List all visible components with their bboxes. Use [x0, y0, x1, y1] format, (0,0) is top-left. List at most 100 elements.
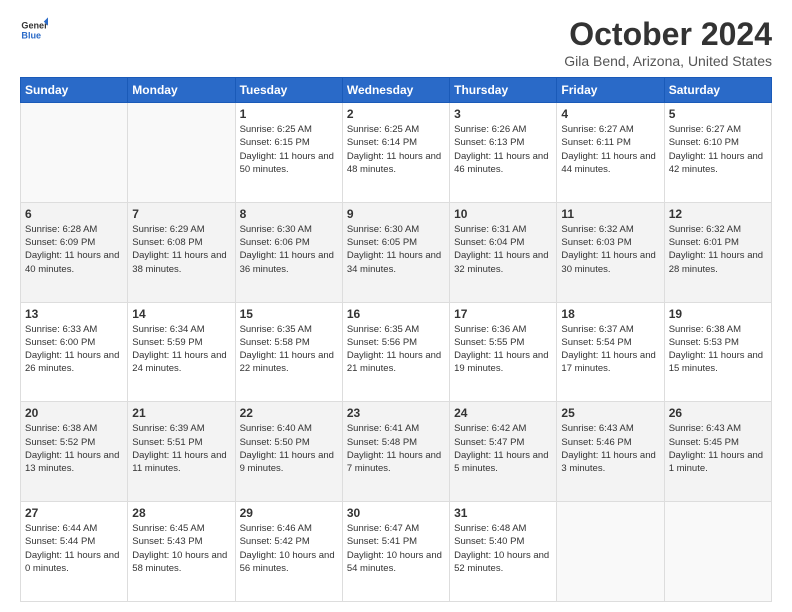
day-detail: Sunrise: 6:35 AM Sunset: 5:58 PM Dayligh… — [240, 323, 338, 376]
day-number: 27 — [25, 506, 123, 520]
calendar-header: SundayMondayTuesdayWednesdayThursdayFrid… — [21, 78, 772, 103]
weekday-header-friday: Friday — [557, 78, 664, 103]
calendar-day-9: 9Sunrise: 6:30 AM Sunset: 6:05 PM Daylig… — [342, 202, 449, 302]
day-number: 4 — [561, 107, 659, 121]
day-number: 22 — [240, 406, 338, 420]
calendar-day-4: 4 Sunrise: 6:27 AM Sunset: 6:11 PM Daylig… — [557, 103, 664, 203]
day-number: 20 — [25, 406, 123, 420]
calendar-day-17: 17 Sunrise: 6:36 AM Sunset: 5:55 PM Dayli… — [450, 302, 557, 402]
day-number: 23 — [347, 406, 445, 420]
calendar-body: 1 Sunrise: 6:25 AM Sunset: 6:15 PM Daylig… — [21, 103, 772, 602]
calendar-day-10: 10Sunrise: 6:31 AM Sunset: 6:04 PM Dayli… — [450, 202, 557, 302]
calendar-day-14: 14 Sunrise: 6:34 AM Sunset: 5:59 PM Dayli… — [128, 302, 235, 402]
day-number: 6 — [25, 207, 123, 221]
day-number: 8 — [240, 207, 338, 221]
header: General Blue October 2024 Gila Bend, Ari… — [20, 16, 772, 69]
calendar-day-2: 2Sunrise: 6:25 AM Sunset: 6:14 PM Daylig… — [342, 103, 449, 203]
day-number: 12 — [669, 207, 767, 221]
calendar-day-13: 13 Sunrise: 6:33 AM Sunset: 6:00 PM Dayli… — [21, 302, 128, 402]
weekday-header-tuesday: Tuesday — [235, 78, 342, 103]
page-title: October 2024 — [564, 16, 772, 53]
weekday-header-thursday: Thursday — [450, 78, 557, 103]
calendar-day-empty — [21, 103, 128, 203]
svg-text:General: General — [21, 21, 48, 31]
day-number: 24 — [454, 406, 552, 420]
calendar-day-11: 11Sunrise: 6:32 AM Sunset: 6:03 PM Dayli… — [557, 202, 664, 302]
day-detail: Sunrise: 6:33 AM Sunset: 6:00 PM Dayligh… — [25, 323, 123, 376]
weekday-header-saturday: Saturday — [664, 78, 771, 103]
day-detail: Sunrise: 6:43 AM Sunset: 5:45 PM Dayligh… — [669, 422, 767, 475]
calendar-day-empty — [128, 103, 235, 203]
day-detail: Sunrise: 6:32 AM Sunset: 6:01 PM Dayligh… — [669, 223, 767, 276]
calendar-day-19: 19Sunrise: 6:38 AM Sunset: 5:53 PM Dayli… — [664, 302, 771, 402]
day-number: 19 — [669, 307, 767, 321]
calendar-day-25: 25 Sunrise: 6:43 AM Sunset: 5:46 PM Dayli… — [557, 402, 664, 502]
day-detail: Sunrise: 6:36 AM Sunset: 5:55 PM Dayligh… — [454, 323, 552, 376]
calendar-day-8: 8 Sunrise: 6:30 AM Sunset: 6:06 PM Daylig… — [235, 202, 342, 302]
calendar-day-7: 7 Sunrise: 6:29 AM Sunset: 6:08 PM Daylig… — [128, 202, 235, 302]
day-number: 5 — [669, 107, 767, 121]
day-number: 28 — [132, 506, 230, 520]
day-detail: Sunrise: 6:46 AM Sunset: 5:42 PM Dayligh… — [240, 522, 338, 575]
day-detail: Sunrise: 6:34 AM Sunset: 5:59 PM Dayligh… — [132, 323, 230, 376]
page: General Blue October 2024 Gila Bend, Ari… — [0, 0, 792, 612]
day-detail: Sunrise: 6:47 AM Sunset: 5:41 PM Dayligh… — [347, 522, 445, 575]
calendar-week-row: 13 Sunrise: 6:33 AM Sunset: 6:00 PM Dayli… — [21, 302, 772, 402]
calendar-day-24: 24Sunrise: 6:42 AM Sunset: 5:47 PM Dayli… — [450, 402, 557, 502]
weekday-header-row: SundayMondayTuesdayWednesdayThursdayFrid… — [21, 78, 772, 103]
day-detail: Sunrise: 6:29 AM Sunset: 6:08 PM Dayligh… — [132, 223, 230, 276]
day-number: 15 — [240, 307, 338, 321]
weekday-header-sunday: Sunday — [21, 78, 128, 103]
calendar-day-28: 28Sunrise: 6:45 AM Sunset: 5:43 PM Dayli… — [128, 502, 235, 602]
calendar-table: SundayMondayTuesdayWednesdayThursdayFrid… — [20, 77, 772, 602]
svg-text:Blue: Blue — [21, 30, 41, 40]
generalblue-logo-icon: General Blue — [20, 16, 48, 44]
calendar-day-26: 26Sunrise: 6:43 AM Sunset: 5:45 PM Dayli… — [664, 402, 771, 502]
day-detail: Sunrise: 6:32 AM Sunset: 6:03 PM Dayligh… — [561, 223, 659, 276]
day-number: 21 — [132, 406, 230, 420]
day-detail: Sunrise: 6:28 AM Sunset: 6:09 PM Dayligh… — [25, 223, 123, 276]
logo: General Blue — [20, 16, 48, 44]
calendar-day-1: 1 Sunrise: 6:25 AM Sunset: 6:15 PM Daylig… — [235, 103, 342, 203]
day-number: 1 — [240, 107, 338, 121]
day-number: 13 — [25, 307, 123, 321]
day-number: 25 — [561, 406, 659, 420]
day-detail: Sunrise: 6:27 AM Sunset: 6:11 PM Dayligh… — [561, 123, 659, 176]
day-detail: Sunrise: 6:27 AM Sunset: 6:10 PM Dayligh… — [669, 123, 767, 176]
day-detail: Sunrise: 6:39 AM Sunset: 5:51 PM Dayligh… — [132, 422, 230, 475]
day-detail: Sunrise: 6:43 AM Sunset: 5:46 PM Dayligh… — [561, 422, 659, 475]
calendar-day-20: 20Sunrise: 6:38 AM Sunset: 5:52 PM Dayli… — [21, 402, 128, 502]
calendar-day-21: 21 Sunrise: 6:39 AM Sunset: 5:51 PM Dayli… — [128, 402, 235, 502]
day-detail: Sunrise: 6:30 AM Sunset: 6:05 PM Dayligh… — [347, 223, 445, 276]
day-number: 7 — [132, 207, 230, 221]
calendar-week-row: 1 Sunrise: 6:25 AM Sunset: 6:15 PM Daylig… — [21, 103, 772, 203]
day-detail: Sunrise: 6:25 AM Sunset: 6:15 PM Dayligh… — [240, 123, 338, 176]
day-detail: Sunrise: 6:37 AM Sunset: 5:54 PM Dayligh… — [561, 323, 659, 376]
day-detail: Sunrise: 6:44 AM Sunset: 5:44 PM Dayligh… — [25, 522, 123, 575]
day-number: 29 — [240, 506, 338, 520]
calendar-day-3: 3 Sunrise: 6:26 AM Sunset: 6:13 PM Daylig… — [450, 103, 557, 203]
calendar-day-5: 5 Sunrise: 6:27 AM Sunset: 6:10 PM Daylig… — [664, 103, 771, 203]
day-number: 2 — [347, 107, 445, 121]
calendar-day-27: 27 Sunrise: 6:44 AM Sunset: 5:44 PM Dayli… — [21, 502, 128, 602]
calendar-week-row: 20Sunrise: 6:38 AM Sunset: 5:52 PM Dayli… — [21, 402, 772, 502]
day-detail: Sunrise: 6:41 AM Sunset: 5:48 PM Dayligh… — [347, 422, 445, 475]
calendar-day-22: 22Sunrise: 6:40 AM Sunset: 5:50 PM Dayli… — [235, 402, 342, 502]
page-subtitle: Gila Bend, Arizona, United States — [564, 53, 772, 69]
calendar-day-30: 30 Sunrise: 6:47 AM Sunset: 5:41 PM Dayli… — [342, 502, 449, 602]
day-detail: Sunrise: 6:30 AM Sunset: 6:06 PM Dayligh… — [240, 223, 338, 276]
calendar-day-15: 15 Sunrise: 6:35 AM Sunset: 5:58 PM Dayli… — [235, 302, 342, 402]
calendar-day-12: 12 Sunrise: 6:32 AM Sunset: 6:01 PM Dayli… — [664, 202, 771, 302]
day-number: 14 — [132, 307, 230, 321]
day-number: 30 — [347, 506, 445, 520]
weekday-header-monday: Monday — [128, 78, 235, 103]
weekday-header-wednesday: Wednesday — [342, 78, 449, 103]
day-number: 18 — [561, 307, 659, 321]
day-detail: Sunrise: 6:26 AM Sunset: 6:13 PM Dayligh… — [454, 123, 552, 176]
calendar-day-18: 18 Sunrise: 6:37 AM Sunset: 5:54 PM Dayli… — [557, 302, 664, 402]
day-number: 16 — [347, 307, 445, 321]
day-number: 3 — [454, 107, 552, 121]
day-number: 17 — [454, 307, 552, 321]
calendar-day-empty — [664, 502, 771, 602]
day-detail: Sunrise: 6:35 AM Sunset: 5:56 PM Dayligh… — [347, 323, 445, 376]
